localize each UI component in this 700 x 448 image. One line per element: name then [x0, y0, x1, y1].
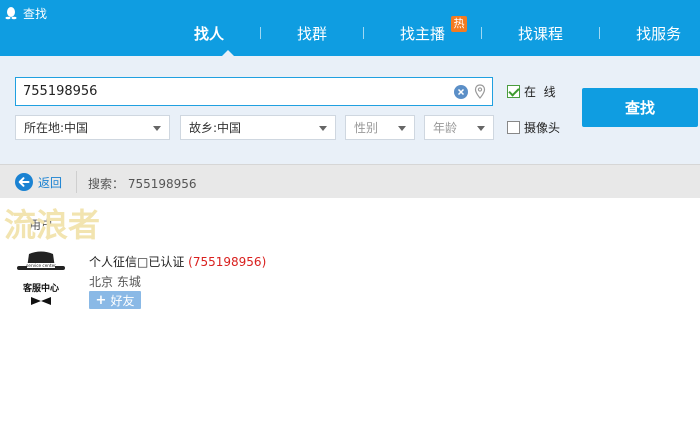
find-button[interactable]: 查找 — [582, 88, 698, 127]
result-location: 北京 东城 — [89, 275, 141, 289]
chevron-down-icon — [153, 126, 161, 131]
tab-find-course[interactable]: 找课程 — [514, 23, 567, 44]
tab-find-streamer[interactable]: 找主播 热 — [396, 15, 468, 44]
online-checkbox[interactable] — [507, 85, 520, 98]
hot-badge: 热 — [451, 15, 468, 32]
hometown-select[interactable]: 故乡:中国 — [180, 115, 336, 140]
tab-bar: 找人 找群 找主播 热 找课程 找服务 — [190, 15, 685, 48]
tab-divider — [599, 27, 601, 39]
online-label: 在 线 — [524, 85, 556, 99]
clear-icon[interactable] — [454, 85, 468, 99]
location-select[interactable]: 所在地:中国 — [15, 115, 170, 140]
back-button[interactable]: 返回 — [14, 172, 62, 192]
tab-find-service[interactable]: 找服务 — [632, 23, 685, 44]
tab-divider — [363, 27, 365, 39]
avatar-text-bottom: 客服中心 — [22, 282, 59, 294]
search-panel: 所在地:中国 故乡:中国 性别 年龄 在 线 摄像头 查找 — [0, 56, 700, 164]
avatar[interactable]: service center 客服中心 — [15, 250, 67, 308]
app-title-text: 查找 — [23, 6, 48, 21]
search-box — [15, 77, 493, 106]
age-select[interactable]: 年龄 — [424, 115, 494, 140]
divider — [76, 171, 77, 193]
back-arrow-icon — [15, 173, 33, 191]
result-name[interactable]: 个人征信□已认证 (755198956) — [89, 253, 266, 270]
gender-select[interactable]: 性别 — [345, 115, 415, 140]
add-friend-button[interactable]: + 好友 — [89, 291, 141, 309]
camera-checkbox-row[interactable]: 摄像头 — [507, 119, 560, 136]
plus-icon: + — [95, 292, 107, 308]
header: 查找 找人 找群 找主播 热 找课程 找服务 — [0, 0, 700, 56]
tab-divider — [481, 27, 483, 39]
avatar-text-top: service center — [26, 263, 56, 268]
search-summary: 搜索： 755198956 — [88, 177, 197, 191]
location-pin-icon[interactable] — [474, 84, 486, 100]
camera-label: 摄像头 — [524, 121, 561, 135]
chevron-down-icon — [477, 126, 485, 131]
tab-find-group[interactable]: 找群 — [293, 23, 331, 44]
result-qq-number: (755198956) — [188, 255, 267, 269]
online-checkbox-row[interactable]: 在 线 — [507, 83, 556, 100]
chevron-down-icon — [319, 126, 327, 131]
camera-checkbox[interactable] — [507, 121, 520, 134]
watermark: 流浪者 — [4, 206, 101, 244]
qq-penguin-icon — [5, 7, 17, 20]
tab-divider — [260, 27, 262, 39]
result-bar: 返回 搜索： 755198956 — [0, 164, 700, 198]
search-input[interactable] — [23, 78, 443, 105]
tab-find-people[interactable]: 找人 — [190, 23, 228, 44]
chevron-down-icon — [398, 126, 406, 131]
app-title: 查找 — [4, 4, 47, 22]
